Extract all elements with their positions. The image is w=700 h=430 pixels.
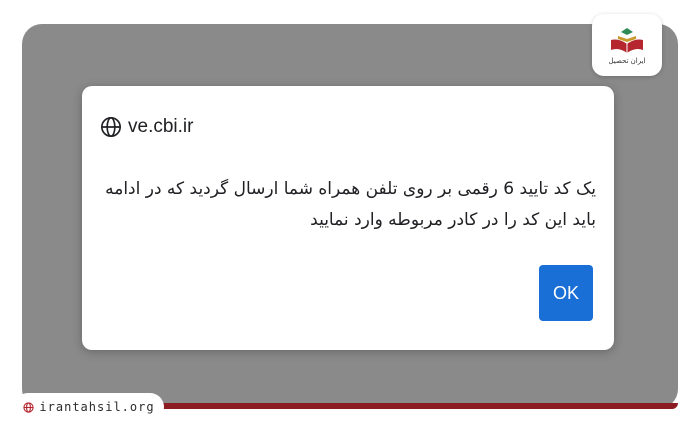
ok-button[interactable]: OK bbox=[539, 265, 593, 321]
origin-domain: ve.cbi.ir bbox=[128, 116, 194, 137]
globe-icon bbox=[101, 117, 121, 137]
alert-dialog: ve.cbi.ir یک کد تایید 6 رقمی بر روی تلفن… bbox=[82, 86, 614, 350]
logo-text: ایران تحصیل bbox=[608, 56, 646, 65]
dialog-origin: ve.cbi.ir bbox=[100, 116, 193, 138]
site-url-badge: irantahsil.org bbox=[14, 393, 164, 421]
dialog-message: یک کد تایید 6 رقمی بر روی تلفن همراه شما… bbox=[105, 179, 596, 230]
bottom-stripe bbox=[150, 403, 678, 409]
book-logo-icon bbox=[611, 27, 643, 53]
site-url: irantahsil.org bbox=[39, 400, 155, 414]
irantahsil-logo: ایران تحصیل bbox=[592, 14, 662, 76]
globe-icon bbox=[23, 401, 35, 413]
